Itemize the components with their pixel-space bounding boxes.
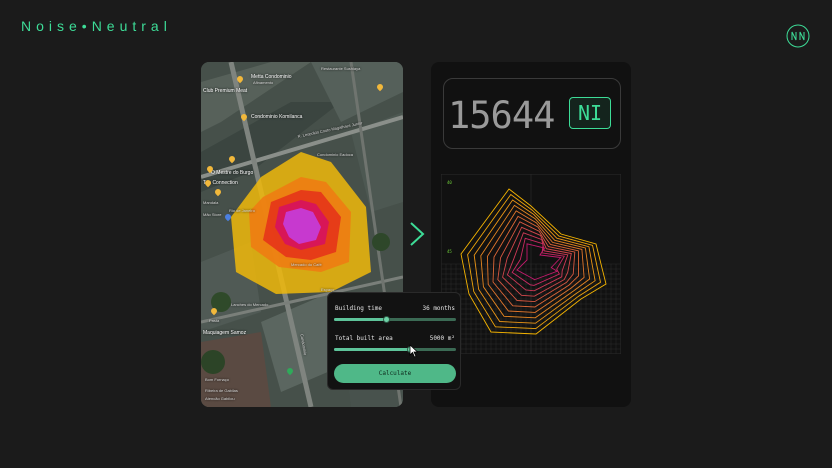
building-time-label: Building time (335, 305, 382, 312)
map-label: Rio de Janeiro (229, 208, 255, 213)
plot-grid (441, 174, 621, 354)
noise-index-value: 15644 (448, 94, 555, 137)
building-time-slider-handle[interactable] (382, 316, 390, 323)
built-area-value: 5000 m² (429, 335, 455, 342)
map-label: O Mestre do Burgo (211, 170, 254, 176)
parameters-card: Building time 36 months Total built area… (327, 292, 461, 390)
map-label: Bom Fornaço (205, 377, 230, 382)
chevron-right-icon (410, 222, 425, 246)
built-area-slider-fill (334, 348, 411, 351)
built-area-label: Total built area (335, 335, 393, 342)
building-time-slider-fill (334, 318, 387, 321)
map-label: Condominio Komilanca (251, 114, 303, 120)
mouse-cursor-icon (409, 344, 419, 358)
map-label: Restaurante Sushiaya (321, 66, 361, 71)
map-label: Pasta (209, 318, 220, 323)
map-label: Condominio Eadoca (317, 152, 354, 157)
map-label: Mercado do Café (291, 262, 322, 267)
calculate-button[interactable]: Calculate (334, 364, 456, 383)
built-area-slider[interactable] (334, 346, 456, 353)
noise-index-unit: NI (569, 97, 611, 129)
result-panel: 15644 NI 40 45 (431, 62, 631, 407)
map-label: Lanches do Mercado (231, 302, 269, 307)
map-label: Mandala (203, 200, 219, 205)
noise-contour-plot (441, 174, 621, 354)
brand-title: Noise•Neutral (21, 18, 172, 34)
map-label: Maquiagem Samoz (203, 330, 247, 336)
map-label: Ribeira de Gabilas (205, 388, 238, 393)
axis-tick: 40 (447, 180, 452, 185)
noise-contour-line (516, 243, 562, 281)
axis-tick: 45 (447, 249, 452, 254)
nn-logo-icon[interactable] (786, 24, 810, 48)
building-time-slider[interactable] (334, 316, 456, 323)
map-label: Club Premium Meat (203, 88, 248, 94)
building-time-value: 36 months (422, 305, 455, 312)
noise-index-display: 15644 NI (443, 78, 621, 149)
map-label: Atencão Gabilou (205, 396, 235, 401)
map-label: Afinamento (253, 80, 274, 85)
map-label: Mão Store (203, 212, 222, 217)
